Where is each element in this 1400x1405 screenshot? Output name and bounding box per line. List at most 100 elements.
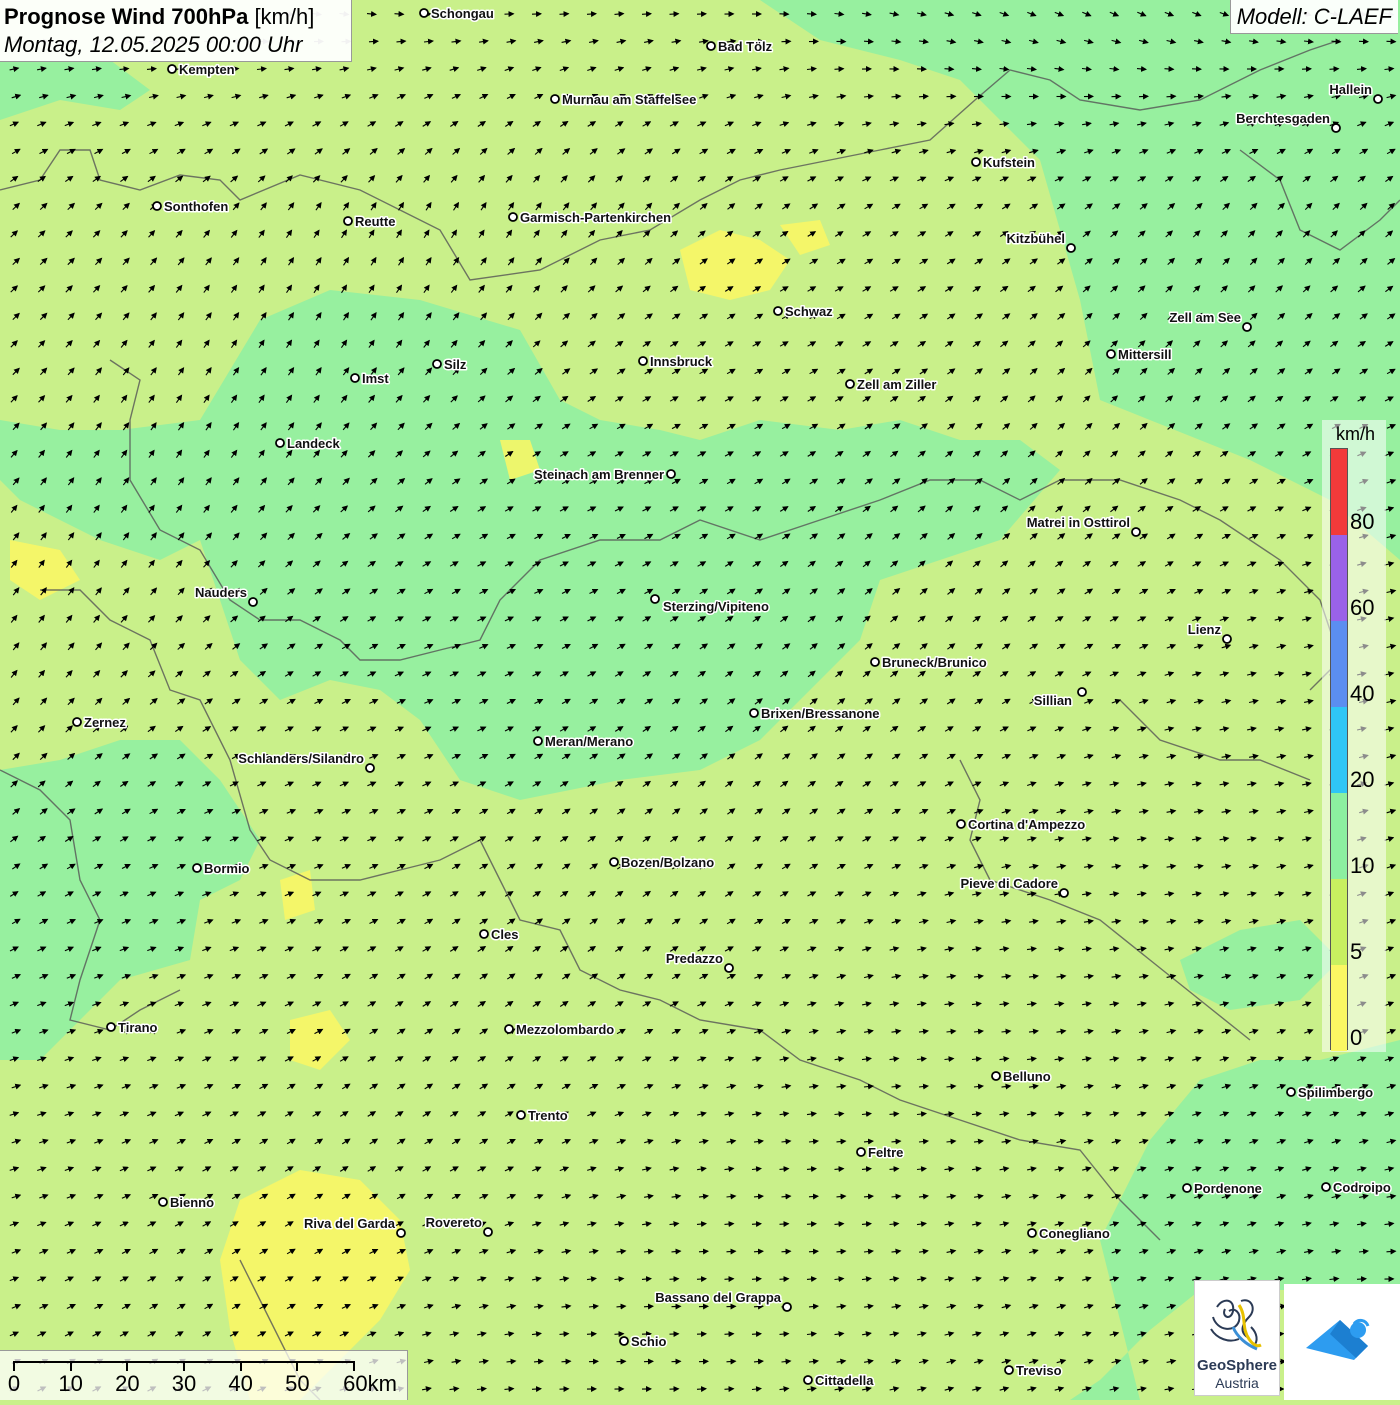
legend-segment [1331, 793, 1347, 879]
scale-label: 10 [58, 1371, 82, 1397]
city-marker-icon [972, 158, 980, 166]
warning-app-logo[interactable] [1284, 1284, 1400, 1400]
wind-arrow [752, 1334, 761, 1335]
city-cortina-d-ampezzo[interactable]: Cortina d'Ampezzo [957, 817, 1085, 832]
city-label: Mezzolombardo [516, 1022, 614, 1037]
city-marker-icon [1067, 244, 1075, 252]
wind-arrow [725, 1334, 734, 1335]
city-codroipo[interactable]: Codroipo [1322, 1180, 1391, 1195]
wind-arrow [945, 69, 954, 70]
legend-tick-label: 20 [1350, 769, 1374, 791]
city-marker-icon [1243, 323, 1251, 331]
city-steinach-am-brenner[interactable]: Steinach am Brenner [534, 467, 675, 482]
city-meran-merano[interactable]: Meran/Merano [534, 734, 633, 749]
city-marker-icon [667, 470, 675, 478]
wind-arrow [1332, 41, 1341, 42]
city-marker-icon [610, 858, 618, 866]
city-marker-icon [509, 213, 517, 221]
city-garmisch-partenkirchen[interactable]: Garmisch-Partenkirchen [509, 210, 671, 225]
city-label: Kempten [179, 62, 235, 77]
legend-tick-label: 80 [1350, 511, 1374, 533]
scale-label: 30 [172, 1371, 196, 1397]
legend-tick-label: 0 [1350, 1027, 1362, 1049]
city-label: Brixen/Bressanone [761, 706, 880, 721]
city-marker-icon [1060, 889, 1068, 897]
city-marker-icon [484, 1228, 492, 1236]
city-label: Spilimbergo [1298, 1085, 1373, 1100]
city-marker-icon [1028, 1229, 1036, 1237]
city-bruneck-brunico[interactable]: Bruneck/Brunico [871, 655, 987, 670]
legend-segment [1331, 707, 1347, 793]
wind-arrow [809, 1196, 818, 1197]
city-schongau[interactable]: Schongau [420, 6, 494, 21]
city-marker-icon [1132, 528, 1140, 536]
city-marker-icon [871, 658, 879, 666]
model-label: Modell: C-LAEF [1230, 0, 1398, 34]
city-label: Berchtesgaden [1236, 111, 1330, 126]
city-marker-icon [783, 1303, 791, 1311]
wind-arrow [754, 1306, 763, 1307]
wind-arrow [560, 14, 569, 15]
city-label: Feltre [868, 1145, 903, 1160]
city-marker-icon [480, 930, 488, 938]
wind-arrow [782, 1251, 791, 1252]
city-marker-icon [73, 718, 81, 726]
city-label: Tirano [118, 1020, 158, 1035]
scale-tick [183, 1361, 185, 1371]
title-main: Prognose Wind 700hPa [4, 4, 248, 29]
city-marker-icon [957, 820, 965, 828]
city-bozen-bolzano[interactable]: Bozen/Bolzano [610, 855, 714, 870]
city-label: Belluno [1003, 1069, 1051, 1084]
city-marker-icon [992, 1072, 1000, 1080]
city-label: Cles [491, 927, 518, 942]
city-marker-icon [551, 95, 559, 103]
city-label: Pordenone [1194, 1181, 1262, 1196]
logo-name: GeoSphere [1195, 1357, 1279, 1374]
city-zell-am-ziller[interactable]: Zell am Ziller [846, 377, 936, 392]
legend-tick-label: 40 [1350, 683, 1374, 705]
city-murnau-am-staffelsee[interactable]: Murnau am Staffelsee [551, 92, 696, 107]
city-label: Codroipo [1333, 1180, 1391, 1195]
city-sonthofen[interactable]: Sonthofen [153, 199, 228, 214]
city-label: Riva del Garda [304, 1216, 396, 1231]
city-marker-icon [639, 357, 647, 365]
city-marker-icon [846, 380, 854, 388]
city-mezzolombardo[interactable]: Mezzolombardo [505, 1022, 614, 1037]
city-label: Hallein [1329, 82, 1372, 97]
legend-segment [1331, 879, 1347, 965]
city-marker-icon [344, 217, 352, 225]
city-label: Schwaz [785, 304, 833, 319]
wind-arrow [1357, 1279, 1366, 1280]
city-innsbruck[interactable]: Innsbruck [639, 354, 713, 369]
city-marker-icon [107, 1023, 115, 1031]
city-marker-icon [433, 360, 441, 368]
wind-arrow [807, 1224, 816, 1225]
city-label: Pieve di Cadore [960, 876, 1058, 891]
city-brixen-bressanone[interactable]: Brixen/Bressanone [750, 706, 880, 721]
city-cittadella[interactable]: Cittadella [804, 1373, 874, 1388]
city-marker-icon [1322, 1183, 1330, 1191]
geosphere-logo[interactable]: GeoSphere Austria [1194, 1280, 1280, 1396]
city-conegliano[interactable]: Conegliano [1028, 1226, 1110, 1241]
wind-arrow [754, 1251, 763, 1252]
city-label: Innsbruck [650, 354, 713, 369]
city-label: Sillian [1034, 693, 1072, 708]
wind-map[interactable]: SchongauBad TölzKemptenMurnau am Staffel… [0, 0, 1400, 1400]
city-marker-icon [159, 1198, 167, 1206]
city-pordenone[interactable]: Pordenone [1183, 1181, 1262, 1196]
city-marker-icon [1183, 1184, 1191, 1192]
city-marker-icon [249, 598, 257, 606]
city-label: Imst [362, 371, 389, 386]
wind-arrow [752, 1279, 761, 1280]
city-label: Schio [631, 1334, 666, 1349]
city-marker-icon [774, 307, 782, 315]
city-spilimbergo[interactable]: Spilimbergo [1287, 1085, 1373, 1100]
city-label: Bassano del Grappa [655, 1290, 781, 1305]
logo-subname: Austria [1195, 1375, 1279, 1391]
wind-arrow [369, 41, 378, 42]
city-marker-icon [351, 374, 359, 382]
wind-arrow [615, 1334, 624, 1335]
city-marker-icon [168, 65, 176, 73]
city-label: Rovereto [426, 1215, 482, 1230]
legend-tick-label: 10 [1350, 855, 1374, 877]
